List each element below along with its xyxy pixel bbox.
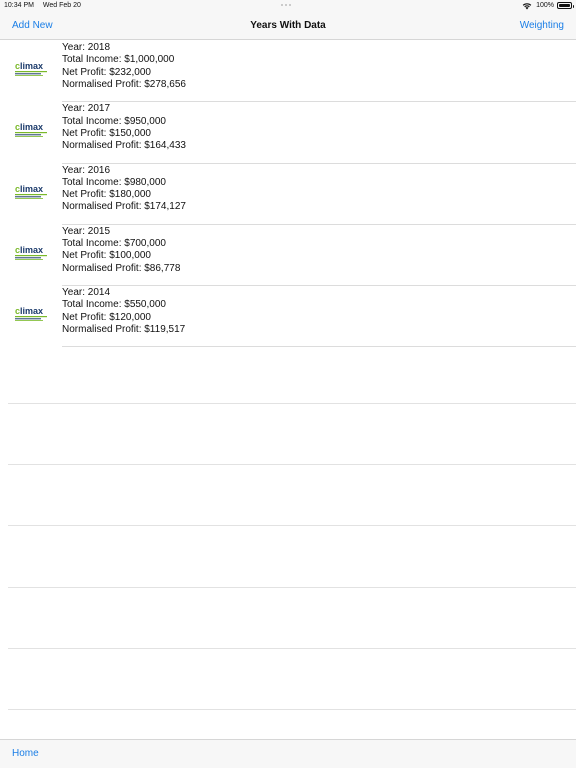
status-bar: 10:34 PM Wed Feb 20 100% <box>0 0 576 11</box>
row-separator <box>8 648 576 649</box>
normalised-profit-label: Normalised Profit: $164,433 <box>62 140 186 152</box>
normalised-profit-label: Normalised Profit: $278,656 <box>62 78 186 90</box>
bottom-toolbar: Home <box>0 739 576 768</box>
list-item[interactable]: c limax Year: 2016 Total Income: $980,00… <box>0 164 576 226</box>
status-right: 100% <box>522 0 574 11</box>
svg-text:limax: limax <box>20 122 43 132</box>
svg-text:limax: limax <box>20 245 43 255</box>
list-item[interactable]: c limax Year: 2018 Total Income: $1,000,… <box>0 41 576 103</box>
total-income-label: Total Income: $550,000 <box>62 299 166 311</box>
climax-logo: c limax <box>15 184 47 199</box>
record-details: Year: 2018 Total Income: $1,000,000 Net … <box>62 42 186 91</box>
row-separator <box>8 709 576 710</box>
list-item[interactable]: c limax Year: 2015 Total Income: $700,00… <box>0 225 576 287</box>
total-income-label: Total Income: $950,000 <box>62 115 166 127</box>
normalised-profit-label: Normalised Profit: $174,127 <box>62 201 186 213</box>
weighting-button[interactable]: Weighting <box>520 11 564 40</box>
normalised-profit-label: Normalised Profit: $86,778 <box>62 262 181 274</box>
battery-percentage: 100% <box>536 2 554 9</box>
row-separator <box>8 587 576 588</box>
net-profit-label: Net Profit: $100,000 <box>62 250 151 262</box>
normalised-profit-label: Normalised Profit: $119,517 <box>62 324 186 336</box>
svg-text:limax: limax <box>20 61 43 71</box>
climax-logo: c limax <box>15 122 47 138</box>
total-income-label: Total Income: $1,000,000 <box>62 54 175 66</box>
list-item[interactable]: c limax Year: 2014 Total Income: $550,00… <box>0 286 576 348</box>
navigation-bar: Add New Years With Data Weighting <box>0 11 576 40</box>
multitasking-dots-icon <box>281 4 295 7</box>
add-new-button[interactable]: Add New <box>12 11 53 40</box>
svg-text:limax: limax <box>20 306 43 316</box>
year-label: Year: 2014 <box>62 287 111 299</box>
total-income-label: Total Income: $700,000 <box>62 238 166 250</box>
status-date: Wed Feb 20 <box>42 2 81 9</box>
total-income-label: Total Income: $980,000 <box>62 176 166 188</box>
home-button[interactable]: Home <box>12 740 39 768</box>
record-details: Year: 2016 Total Income: $980,000 Net Pr… <box>62 165 186 214</box>
status-left: 10:34 PM Wed Feb 20 <box>4 0 88 11</box>
year-label: Year: 2015 <box>62 225 111 237</box>
years-list: c limax Year: 2018 Total Income: $1,000,… <box>0 41 576 348</box>
record-details: Year: 2014 Total Income: $550,000 Net Pr… <box>62 287 185 336</box>
net-profit-label: Net Profit: $120,000 <box>62 311 151 323</box>
wifi-icon <box>522 2 532 9</box>
net-profit-label: Net Profit: $180,000 <box>62 189 151 201</box>
climax-logo: c limax <box>15 61 47 76</box>
row-separator <box>8 525 576 526</box>
status-time: 10:34 PM <box>4 2 34 9</box>
net-profit-label: Net Profit: $232,000 <box>62 66 151 78</box>
svg-text:limax: limax <box>20 184 43 194</box>
row-separator <box>8 464 576 465</box>
year-label: Year: 2016 <box>62 164 111 176</box>
climax-logo: c limax <box>15 306 47 322</box>
battery-icon <box>557 2 574 9</box>
page-title: Years With Data <box>250 20 326 31</box>
row-separator <box>8 403 576 404</box>
year-label: Year: 2017 <box>62 103 111 115</box>
climax-logo: c limax <box>15 245 47 260</box>
record-details: Year: 2015 Total Income: $700,000 Net Pr… <box>62 226 180 275</box>
year-label: Year: 2018 <box>62 42 111 53</box>
list-item[interactable]: c limax Year: 2017 Total Income: $950,00… <box>0 102 576 164</box>
net-profit-label: Net Profit: $150,000 <box>62 127 151 139</box>
record-details: Year: 2017 Total Income: $950,000 Net Pr… <box>62 103 186 152</box>
